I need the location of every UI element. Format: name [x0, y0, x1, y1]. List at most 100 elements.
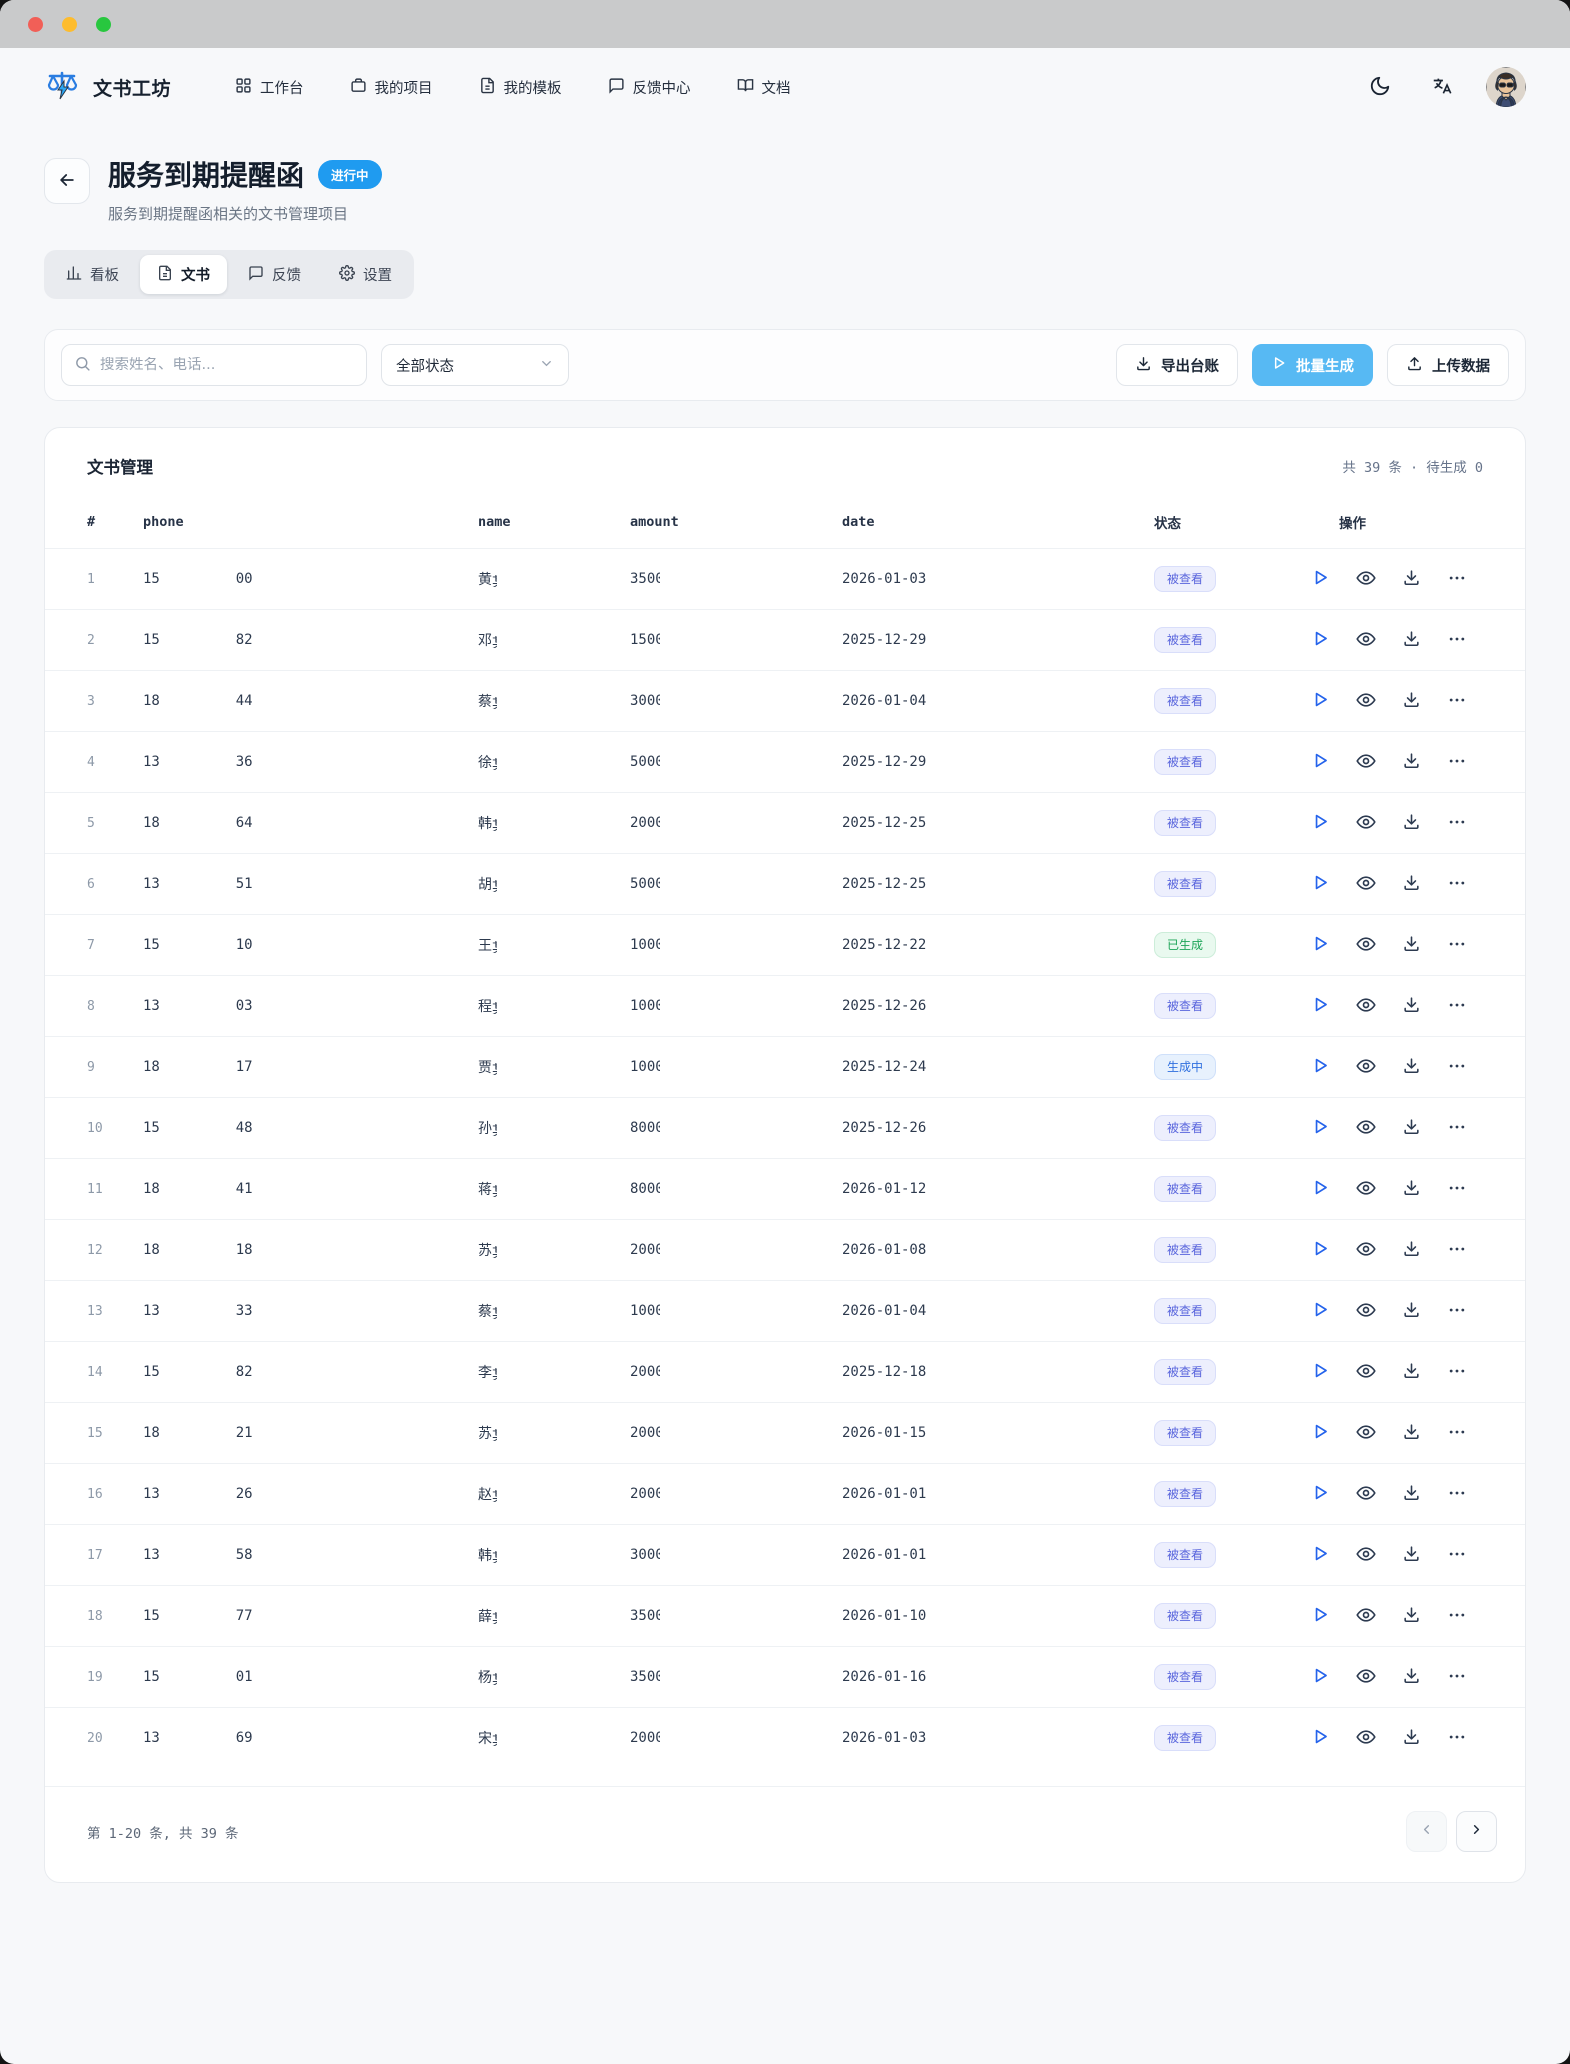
view-row-button[interactable] — [1356, 1239, 1376, 1262]
generate-row-button[interactable] — [1311, 1605, 1330, 1627]
view-row-button[interactable] — [1356, 812, 1376, 835]
row-more-button[interactable] — [1447, 1178, 1467, 1201]
minimize-window-button[interactable] — [62, 17, 77, 32]
next-page-button[interactable] — [1456, 1811, 1497, 1852]
view-row-button[interactable] — [1356, 1361, 1376, 1384]
generate-row-button[interactable] — [1311, 1727, 1330, 1749]
row-more-button[interactable] — [1447, 934, 1467, 957]
generate-row-button[interactable] — [1311, 1666, 1330, 1688]
download-row-button[interactable] — [1402, 690, 1421, 712]
generate-row-button[interactable] — [1311, 1300, 1330, 1322]
view-row-button[interactable] — [1356, 629, 1376, 652]
row-more-button[interactable] — [1447, 1544, 1467, 1567]
zoom-window-button[interactable] — [96, 17, 111, 32]
row-more-button[interactable] — [1447, 1239, 1467, 1262]
view-row-button[interactable] — [1356, 568, 1376, 591]
row-more-button[interactable] — [1447, 812, 1467, 835]
view-row-button[interactable] — [1356, 1605, 1376, 1628]
generate-row-button[interactable] — [1311, 934, 1330, 956]
row-more-button[interactable] — [1447, 751, 1467, 774]
generate-row-button[interactable] — [1311, 1544, 1330, 1566]
download-row-button[interactable] — [1402, 1178, 1421, 1200]
view-row-button[interactable] — [1356, 995, 1376, 1018]
download-row-button[interactable] — [1402, 1239, 1421, 1261]
nav-item-docs[interactable]: 文档 — [737, 77, 791, 98]
download-row-button[interactable] — [1402, 873, 1421, 895]
download-row-button[interactable] — [1402, 568, 1421, 590]
download-row-button[interactable] — [1402, 1056, 1421, 1078]
view-row-button[interactable] — [1356, 751, 1376, 774]
download-row-button[interactable] — [1402, 751, 1421, 773]
download-row-button[interactable] — [1402, 934, 1421, 956]
row-more-button[interactable] — [1447, 1056, 1467, 1079]
view-row-button[interactable] — [1356, 873, 1376, 896]
view-row-button[interactable] — [1356, 1178, 1376, 1201]
download-row-button[interactable] — [1402, 1422, 1421, 1444]
generate-row-button[interactable] — [1311, 1056, 1330, 1078]
view-row-button[interactable] — [1356, 934, 1376, 957]
view-row-button[interactable] — [1356, 1422, 1376, 1445]
tab-documents[interactable]: 文书 — [140, 255, 227, 294]
generate-row-button[interactable] — [1311, 629, 1330, 651]
brand[interactable]: 文书工坊 — [44, 67, 171, 107]
user-avatar[interactable] — [1486, 67, 1526, 107]
tab-feedback[interactable]: 反馈 — [231, 255, 318, 294]
download-row-button[interactable] — [1402, 1544, 1421, 1566]
row-more-button[interactable] — [1447, 1727, 1467, 1750]
dark-mode-toggle[interactable] — [1362, 69, 1398, 105]
view-row-button[interactable] — [1356, 1666, 1376, 1689]
view-row-button[interactable] — [1356, 1727, 1376, 1750]
search-input[interactable] — [100, 357, 354, 373]
generate-row-button[interactable] — [1311, 1178, 1330, 1200]
download-row-button[interactable] — [1402, 1666, 1421, 1688]
view-row-button[interactable] — [1356, 1483, 1376, 1506]
tab-settings[interactable]: 设置 — [322, 255, 409, 294]
row-more-button[interactable] — [1447, 1483, 1467, 1506]
generate-row-button[interactable] — [1311, 568, 1330, 590]
view-row-button[interactable] — [1356, 1544, 1376, 1567]
tab-dashboard[interactable]: 看板 — [49, 255, 136, 294]
generate-row-button[interactable] — [1311, 812, 1330, 834]
view-row-button[interactable] — [1356, 1056, 1376, 1079]
generate-row-button[interactable] — [1311, 1361, 1330, 1383]
row-more-button[interactable] — [1447, 1300, 1467, 1323]
download-row-button[interactable] — [1402, 1300, 1421, 1322]
generate-row-button[interactable] — [1311, 1117, 1330, 1139]
row-more-button[interactable] — [1447, 690, 1467, 713]
row-more-button[interactable] — [1447, 873, 1467, 896]
view-row-button[interactable] — [1356, 690, 1376, 713]
view-row-button[interactable] — [1356, 1300, 1376, 1323]
close-window-button[interactable] — [28, 17, 43, 32]
language-toggle[interactable] — [1424, 69, 1460, 105]
download-row-button[interactable] — [1402, 629, 1421, 651]
row-more-button[interactable] — [1447, 1361, 1467, 1384]
nav-item-my-projects[interactable]: 我的项目 — [350, 77, 433, 98]
download-row-button[interactable] — [1402, 1117, 1421, 1139]
view-row-button[interactable] — [1356, 1117, 1376, 1140]
row-more-button[interactable] — [1447, 568, 1467, 591]
generate-row-button[interactable] — [1311, 1239, 1330, 1261]
row-more-button[interactable] — [1447, 1666, 1467, 1689]
row-more-button[interactable] — [1447, 1422, 1467, 1445]
download-row-button[interactable] — [1402, 812, 1421, 834]
row-more-button[interactable] — [1447, 995, 1467, 1018]
row-more-button[interactable] — [1447, 629, 1467, 652]
row-more-button[interactable] — [1447, 1117, 1467, 1140]
download-row-button[interactable] — [1402, 1361, 1421, 1383]
nav-item-feedback-center[interactable]: 反馈中心 — [608, 77, 691, 98]
generate-row-button[interactable] — [1311, 1422, 1330, 1444]
generate-row-button[interactable] — [1311, 690, 1330, 712]
status-filter-select[interactable]: 全部状态 — [381, 344, 569, 386]
download-row-button[interactable] — [1402, 1605, 1421, 1627]
batch-generate-button[interactable]: 批量生成 — [1252, 344, 1373, 386]
export-ledger-button[interactable]: 导出台账 — [1116, 344, 1238, 386]
generate-row-button[interactable] — [1311, 751, 1330, 773]
generate-row-button[interactable] — [1311, 1483, 1330, 1505]
nav-item-workbench[interactable]: 工作台 — [235, 77, 304, 98]
prev-page-button[interactable] — [1406, 1811, 1447, 1852]
generate-row-button[interactable] — [1311, 873, 1330, 895]
upload-data-button[interactable]: 上传数据 — [1387, 344, 1509, 386]
download-row-button[interactable] — [1402, 1727, 1421, 1749]
nav-item-my-templates[interactable]: 我的模板 — [479, 77, 562, 98]
back-button[interactable] — [44, 158, 90, 204]
